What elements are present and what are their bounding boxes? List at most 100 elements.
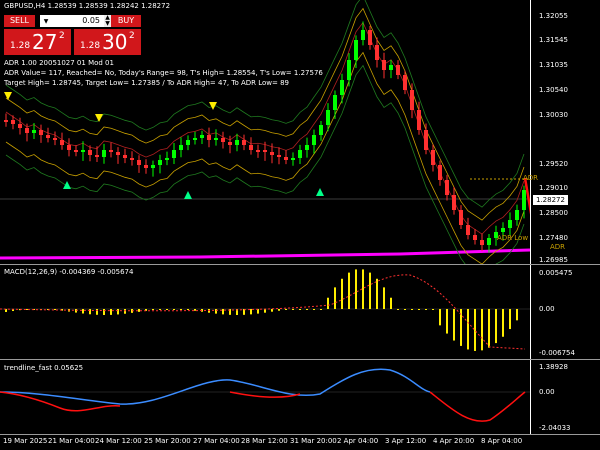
macd-histogram-bar bbox=[320, 309, 322, 310]
lot-up-icon[interactable]: ▲ ▼ bbox=[104, 15, 111, 27]
candle-body bbox=[298, 150, 302, 158]
macd-axis: 0.005475 0.00 -0.006754 bbox=[530, 265, 600, 359]
down-arrow-icon: ▼ bbox=[105, 20, 110, 27]
macd-histogram-bar bbox=[89, 309, 91, 315]
time-tick-label: 31 Mar 20:00 bbox=[290, 437, 337, 445]
macd-histogram-bar bbox=[75, 309, 77, 313]
sell-price-big: 27 bbox=[32, 30, 58, 54]
candle-body bbox=[501, 228, 505, 232]
candle-body bbox=[221, 138, 225, 142]
macd-chart bbox=[0, 269, 530, 351]
candle-body bbox=[256, 150, 260, 152]
candle-body bbox=[417, 110, 421, 130]
trendline-axis: 1.38928 0.00 -2.04033 bbox=[530, 360, 600, 434]
macd-histogram-bar bbox=[159, 309, 161, 310]
price-tick-label: 1.26985 bbox=[539, 256, 568, 264]
macd-histogram-bar bbox=[138, 309, 140, 312]
macd-histogram-bar bbox=[488, 309, 490, 348]
candle-body bbox=[74, 150, 78, 152]
candle-body bbox=[361, 30, 365, 40]
macd-histogram-bar bbox=[495, 309, 497, 344]
chart-title: GBPUSD,H4 1.28539 1.28539 1.28242 1.2827… bbox=[4, 2, 171, 10]
time-tick-label: 27 Mar 04:00 bbox=[193, 437, 240, 445]
sell-signal-arrow-icon bbox=[95, 114, 103, 122]
candle-body bbox=[186, 140, 190, 145]
candle-body bbox=[39, 130, 43, 135]
sell-price-button[interactable]: 1.28 27 2 bbox=[4, 29, 71, 55]
macd-histogram-bar bbox=[250, 309, 252, 315]
candle-body bbox=[466, 225, 470, 235]
lot-size-value: 0.05 bbox=[82, 16, 100, 25]
sell-signal-arrow-icon bbox=[4, 92, 12, 100]
candle-body bbox=[403, 75, 407, 90]
candle-body bbox=[389, 65, 393, 70]
current-price-label: 1.28272 bbox=[533, 195, 568, 205]
candle-body bbox=[382, 60, 386, 70]
macd-histogram-bar bbox=[173, 309, 175, 310]
buy-price-small: 1.28 bbox=[80, 41, 101, 51]
indicator-tick-label: 1.38928 bbox=[539, 363, 568, 371]
time-tick-label: 24 Mar 12:00 bbox=[95, 437, 142, 445]
candle-body bbox=[263, 150, 267, 152]
indicator-tick-label: 0.00 bbox=[539, 305, 555, 313]
buy-button[interactable]: BUY bbox=[111, 15, 141, 27]
macd-histogram-bar bbox=[327, 297, 329, 309]
price-axis: 1.32055 1.31545 1.31035 1.30540 1.30030 1.295… bbox=[530, 0, 600, 264]
candle-body bbox=[46, 135, 50, 138]
macd-histogram-bar bbox=[439, 309, 441, 326]
lot-down-icon[interactable]: ▼ bbox=[42, 16, 50, 26]
time-tick-label: 25 Mar 20:00 bbox=[144, 437, 191, 445]
candle-body bbox=[522, 190, 526, 210]
sell-button[interactable]: SELL bbox=[4, 15, 35, 27]
candle-body bbox=[130, 158, 134, 160]
candle-body bbox=[515, 210, 519, 220]
macd-histogram-bar bbox=[509, 309, 511, 330]
macd-histogram-bar bbox=[418, 309, 420, 310]
candle-body bbox=[214, 138, 218, 140]
macd-histogram-bar bbox=[467, 309, 469, 350]
macd-histogram-bar bbox=[313, 309, 315, 310]
macd-pane[interactable] bbox=[0, 265, 530, 359]
candle-body bbox=[249, 145, 253, 150]
time-tick-label: 2 Apr 04:00 bbox=[337, 437, 379, 445]
sell-price-sup: 2 bbox=[59, 31, 65, 41]
candle-body bbox=[508, 220, 512, 228]
macd-histogram-bar bbox=[166, 309, 168, 310]
candle-body bbox=[158, 160, 162, 165]
candle-body bbox=[333, 95, 337, 110]
macd-histogram-bar bbox=[369, 272, 371, 309]
macd-histogram-bar bbox=[397, 309, 399, 310]
macd-histogram-bar bbox=[152, 309, 154, 311]
macd-histogram-bar bbox=[432, 309, 434, 310]
candle-body bbox=[445, 180, 449, 195]
candle-body bbox=[109, 150, 113, 152]
macd-histogram-bar bbox=[453, 309, 455, 341]
time-tick-label: 21 Mar 04:00 bbox=[48, 437, 95, 445]
macd-histogram-bar bbox=[222, 309, 224, 315]
macd-histogram-bar bbox=[390, 297, 392, 309]
candle-body bbox=[473, 235, 477, 240]
buy-price-button[interactable]: 1.28 30 2 bbox=[74, 29, 141, 55]
candle-body bbox=[487, 238, 491, 245]
candle-body bbox=[11, 120, 15, 124]
macd-histogram-bar bbox=[383, 287, 385, 309]
candle-body bbox=[18, 124, 22, 128]
sell-price-small: 1.28 bbox=[10, 41, 31, 51]
candle-body bbox=[242, 140, 246, 145]
candle-body bbox=[326, 110, 330, 125]
price-tick-label: 1.28500 bbox=[539, 209, 568, 217]
macd-histogram-bar bbox=[341, 278, 343, 309]
price-tick-label: 1.31545 bbox=[539, 36, 568, 44]
candle-body bbox=[165, 158, 169, 160]
candle-body bbox=[228, 142, 232, 145]
candle-body bbox=[102, 150, 106, 157]
macd-histogram-bar bbox=[411, 309, 413, 310]
outer-lower-band-line bbox=[5, 64, 525, 264]
macd-histogram-bar bbox=[278, 309, 280, 311]
candle-body bbox=[88, 150, 92, 155]
adr-low-label: ADR bbox=[550, 243, 566, 251]
candle-body bbox=[137, 160, 141, 165]
candle-body bbox=[410, 90, 414, 110]
candle-body bbox=[116, 152, 120, 155]
candle-body bbox=[396, 65, 400, 75]
